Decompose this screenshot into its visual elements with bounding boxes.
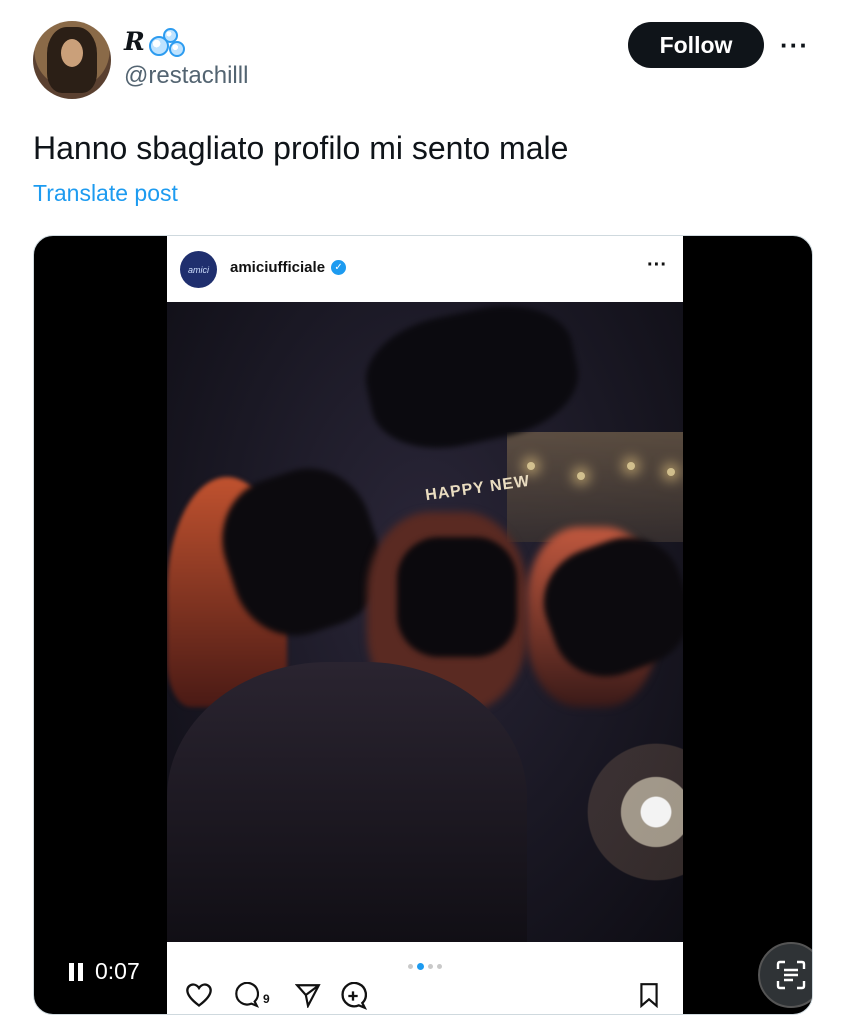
carousel-dot: [408, 964, 413, 969]
instagram-more-icon: ···: [647, 254, 667, 276]
instagram-account-name: amiciufficiale ✓: [230, 259, 347, 276]
share-icon: [294, 982, 321, 1014]
tweet-text: Hanno sbagliato profilo mi sento male: [33, 130, 569, 166]
playback-control[interactable]: 0:07: [69, 958, 140, 985]
bookmark-icon: [637, 982, 661, 1014]
person-jacket: [167, 662, 527, 942]
video-time: 0:07: [95, 958, 140, 984]
add-comment-icon: [339, 981, 368, 1014]
author-handle[interactable]: @restachilll: [124, 62, 248, 90]
more-options-icon[interactable]: ···: [780, 30, 809, 61]
pause-icon[interactable]: [69, 962, 83, 981]
heart-icon: [185, 982, 213, 1014]
video-player[interactable]: amici amiciufficiale ✓ ··· HAPPY NEW 9 0…: [33, 235, 813, 1015]
author-avatar[interactable]: [33, 21, 111, 99]
display-name-text: R: [124, 26, 145, 56]
background-lights: [507, 432, 683, 542]
scan-text-icon: [776, 960, 806, 990]
instagram-account-avatar: amici: [180, 251, 217, 288]
carousel-dots: [167, 956, 683, 974]
embedded-instagram-post: amici amiciufficiale ✓ ··· HAPPY NEW 9: [167, 236, 683, 1014]
carousel-dot: [428, 964, 433, 969]
follow-button[interactable]: Follow: [628, 22, 764, 68]
carousel-dot-active: [417, 963, 424, 970]
bubbles-emoji-icon: [148, 26, 185, 57]
instagram-post-header: amici amiciufficiale ✓ ···: [167, 236, 683, 302]
author-display-name[interactable]: R: [124, 26, 185, 57]
comment-count: 9: [263, 992, 270, 1006]
text-recognition-button[interactable]: [758, 942, 812, 1008]
verified-badge-icon: ✓: [331, 260, 347, 275]
translate-post-link[interactable]: Translate post: [33, 180, 178, 207]
instagram-account-name-text: amiciufficiale: [230, 259, 326, 276]
carousel-dot: [437, 964, 442, 969]
video-frame-photo: HAPPY NEW: [167, 302, 683, 942]
avatar-face: [61, 39, 83, 67]
comment-icon: [233, 981, 260, 1014]
sparkler: [572, 722, 683, 902]
instagram-actions: 9: [167, 976, 683, 1014]
blurred-face: [397, 537, 517, 657]
